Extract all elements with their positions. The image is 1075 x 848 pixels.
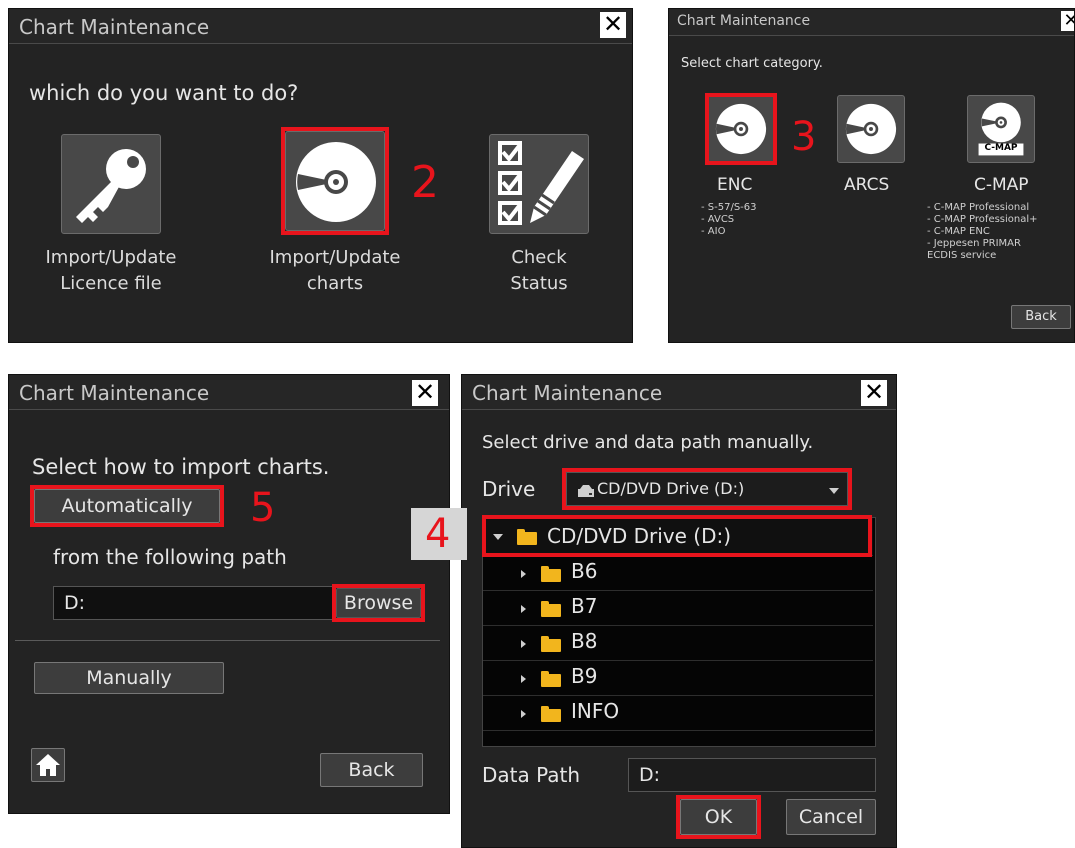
dialog-prompt: Select how to import charts. [32,455,330,479]
chart-category-dialog: Chart Maintenance ✕ Select chart categor… [668,8,1075,343]
collapse-icon [521,570,526,578]
category-notes: - S-57/S-63 - AVCS - AIO [701,202,757,237]
tree-folder-row[interactable]: B8 [483,626,873,661]
dialog-title: Chart Maintenance [19,15,210,39]
arcs-category-button[interactable] [837,95,905,163]
step-highlight [705,93,777,165]
step-highlight [30,485,224,527]
folder-label: INFO [571,699,620,723]
step-number: 5 [250,485,276,531]
import-options-dialog: Chart Maintenance ✕ which do you want to… [8,8,633,343]
category-notes: - C-MAP Professional - C-MAP Professiona… [927,202,1038,261]
back-button[interactable]: Back [1011,305,1071,329]
title-bar: Chart Maintenance [462,375,896,410]
step-number: 4 [425,511,451,557]
close-button[interactable]: ✕ [600,12,626,38]
home-icon [36,754,60,776]
tree-folder-row[interactable]: B6 [483,556,873,591]
category-label: C-MAP [974,175,1029,195]
step-number: 2 [411,157,439,208]
folder-icon [541,671,561,687]
title-bar: Chart Maintenance [669,9,1074,36]
step-highlight [562,468,852,510]
option-label: Import/Update charts [269,247,401,294]
data-path-label: Data Path [482,763,581,787]
divider [15,640,440,641]
key-icon [76,149,146,223]
folder-icon [541,636,561,652]
close-button[interactable]: ✕ [1061,11,1074,31]
step-highlight [281,127,389,235]
folder-label: B8 [571,629,598,653]
folder-label: B7 [571,594,598,618]
import-method-dialog: Chart Maintenance ✕ Select how to import… [8,374,450,814]
drive-label: Drive [482,477,536,501]
dialog-prompt: which do you want to do? [29,81,299,105]
folder-icon [541,566,561,582]
category-label: ARCS [844,175,890,195]
manual-drive-dialog: Chart Maintenance ✕ Select drive and dat… [461,374,897,848]
step-highlight [482,515,872,557]
step-highlight [332,584,425,622]
option-label: Import/Update Licence file [45,247,177,294]
cmap-badge: C-MAP [984,143,1018,153]
manually-button[interactable]: Manually [34,662,224,694]
check-status-button[interactable] [489,134,589,234]
back-button[interactable]: Back [320,753,423,787]
dialog-prompt: Select drive and data path manually. [482,432,814,453]
folder-icon [541,601,561,617]
tree-folder-row[interactable]: INFO [483,696,873,731]
path-value: D: [64,592,86,614]
import-licence-button[interactable] [61,134,161,234]
tree-folder-row[interactable]: B9 [483,661,873,696]
step-number: 3 [791,114,817,160]
dialog-prompt: Select chart category. [681,56,823,71]
title-bar: Chart Maintenance [9,375,449,410]
dialog-title: Chart Maintenance [19,381,210,405]
data-path-value: D: [639,764,661,786]
checklist-pencil-icon [498,141,584,225]
tree-folder-row[interactable]: B7 [483,591,873,626]
path-label: from the following path [53,545,287,569]
category-label: ENC [717,175,753,195]
folder-icon [541,706,561,722]
title-bar: Chart Maintenance [9,9,632,44]
collapse-icon [521,675,526,683]
data-path-field[interactable]: D: [628,758,876,792]
folder-label: B9 [571,664,598,688]
close-button[interactable]: ✕ [412,380,438,406]
cancel-button[interactable]: Cancel [786,799,876,835]
collapse-icon [521,640,526,648]
folder-label: B6 [571,559,598,583]
collapse-icon [521,605,526,613]
dialog-title: Chart Maintenance [472,381,663,405]
option-label: Check Status [510,247,568,294]
cmap-category-button[interactable]: C-MAP [967,95,1035,163]
dialog-title: Chart Maintenance [677,13,811,29]
step-highlight [676,795,761,839]
collapse-icon [521,710,526,718]
disc-icon [845,103,897,155]
home-button[interactable] [31,748,65,782]
close-button[interactable]: ✕ [861,380,887,406]
